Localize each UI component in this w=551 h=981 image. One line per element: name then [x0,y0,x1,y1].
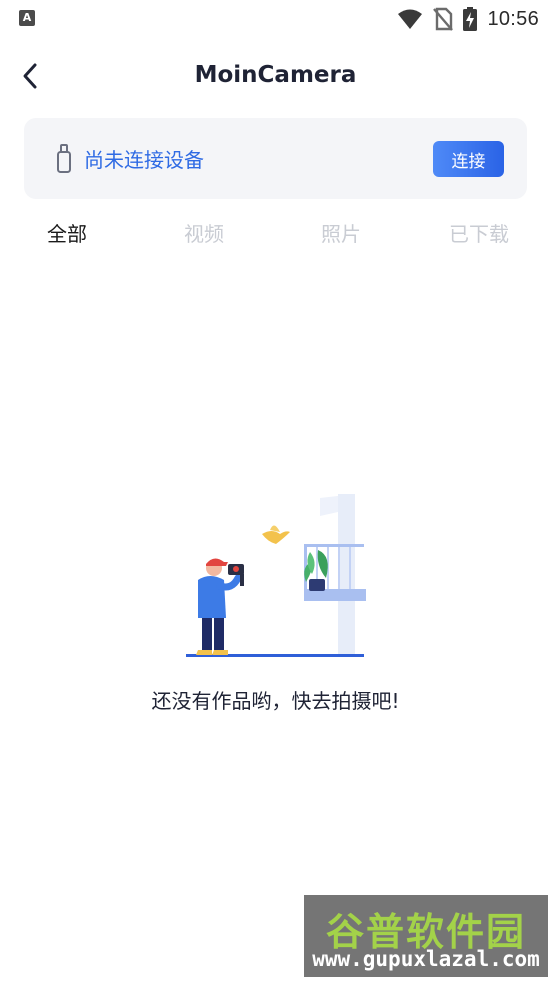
device-status-text: 尚未连接设备 [84,148,204,172]
device-connection-card: 尚未连接设备 连接 [24,118,527,199]
status-icons: 10:56 [397,6,539,32]
media-tabs: 全部 视频 照片 已下载 [0,218,551,254]
app-notification-icon: A [19,10,35,26]
tab-all[interactable]: 全部 [47,218,87,247]
usb-stick-icon [57,144,71,173]
status-time: 10:56 [487,7,539,30]
empty-state-message: 还没有作品哟，快去拍摄吧! [151,689,400,713]
app-header: MoinCamera [0,48,551,106]
status-bar: A 10:56 [0,0,551,38]
watermark: 谷普软件园 www.gupuxlazal.com [304,895,548,977]
connect-button[interactable]: 连接 [433,141,504,177]
battery-charging-icon [463,7,478,31]
no-sim-icon [433,7,454,31]
tab-photo[interactable]: 照片 [321,218,361,247]
watermark-url: www.gupuxlazal.com [312,947,540,971]
page-title: MoinCamera [194,62,357,88]
tab-downloaded[interactable]: 已下载 [449,218,509,247]
tab-video[interactable]: 视频 [184,218,224,247]
photographer-balcony-illustration [186,494,366,657]
wifi-icon [398,9,423,29]
